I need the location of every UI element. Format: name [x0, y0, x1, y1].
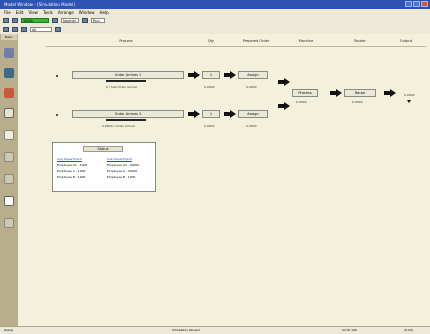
header-qty: Qty — [207, 39, 215, 43]
process-module-icon[interactable] — [4, 68, 14, 78]
assign-module-icon[interactable] — [4, 130, 14, 140]
main-toolbar: 100% Normal Run — [0, 16, 430, 25]
open-icon[interactable] — [12, 18, 18, 23]
create-module-icon[interactable] — [4, 48, 14, 58]
header-router: Router — [354, 39, 366, 43]
arrow-icon — [330, 89, 342, 97]
menu-edit[interactable]: Edit — [16, 9, 24, 16]
route-value: 0.0000 — [352, 100, 363, 104]
row1-sub3: 0.0000 — [246, 85, 257, 89]
header-output: Output — [399, 39, 413, 43]
pointer-icon[interactable] — [3, 26, 9, 32]
entity-module-icon[interactable] — [4, 196, 14, 206]
row2-bullet — [56, 114, 58, 116]
header-divider — [46, 46, 426, 47]
arrow-icon — [278, 102, 290, 110]
zoom-field[interactable]: 100% — [21, 18, 49, 23]
mode-select[interactable]: Normal — [61, 18, 79, 23]
decide-module-icon[interactable] — [4, 88, 14, 98]
row1-progress — [106, 80, 146, 82]
row1-sub1: 0 / Sub Order Arrival — [106, 85, 137, 89]
grid-icon[interactable] — [55, 26, 61, 32]
row1-sub2: 0.0000 — [204, 85, 215, 89]
menu-help[interactable]: Help — [100, 9, 109, 16]
row1-bullet — [56, 75, 58, 77]
menu-arrange[interactable]: Arrange — [58, 9, 74, 16]
status-mid: Simulation Paused — [172, 328, 200, 332]
menu-window[interactable]: Window — [79, 9, 95, 16]
status-left: Ready — [4, 328, 14, 332]
run-select[interactable]: Run — [91, 18, 105, 23]
count-module-2[interactable]: 1 — [202, 110, 220, 118]
window-title: Model Window - [Simulation Model] — [4, 2, 75, 7]
arrow-icon — [224, 71, 236, 79]
process-value: 0.0000 — [296, 100, 307, 104]
arrow-icon — [278, 78, 290, 86]
status-panel-title: Status — [83, 146, 123, 152]
connect-icon[interactable] — [12, 26, 18, 32]
status-bar: Ready Simulation Paused Scroll 100 (0.00… — [0, 326, 430, 334]
status-right-item: Employee B : 1000 — [107, 175, 136, 179]
dispose-arrow-icon — [407, 100, 411, 103]
filter-select[interactable]: All — [30, 26, 52, 32]
row2-sub2: 0.0000 — [204, 124, 215, 128]
model-canvas[interactable]: Process Qty Prepared Order Machine Route… — [18, 34, 430, 326]
header-prepared-order: Prepared Order — [242, 39, 270, 43]
play-icon[interactable] — [52, 18, 58, 23]
dispose-label: 0.0000 — [404, 93, 415, 97]
create-module-2[interactable]: Order Arrives 2 — [72, 110, 184, 118]
menu-tools[interactable]: Tools — [43, 9, 53, 16]
queue-module-icon[interactable] — [4, 218, 14, 228]
secondary-toolbar: All — [0, 25, 430, 33]
header-machine: Machine — [298, 39, 314, 43]
row2-sub3: 0.0000 — [246, 124, 257, 128]
process-module[interactable]: Process — [292, 89, 318, 97]
new-icon[interactable] — [3, 18, 9, 23]
column-headers: Process Qty Prepared Order Machine Route… — [18, 39, 430, 46]
panel-tab[interactable]: Basic — [1, 34, 17, 40]
assign-module-1[interactable]: Assign — [238, 71, 268, 79]
row2-sub1: 0.0000 / Order Arrival — [102, 124, 135, 128]
status-end: (0.00) — [404, 328, 414, 332]
count-module-1[interactable]: 1 — [202, 71, 220, 79]
arrow-icon — [188, 71, 200, 79]
menu-bar: File Edit View Tools Arrange Window Help — [0, 9, 430, 16]
step-icon[interactable] — [82, 18, 88, 23]
batch-module-icon[interactable] — [4, 108, 14, 118]
arrow-icon — [224, 110, 236, 118]
record-module-icon[interactable] — [4, 152, 14, 162]
project-bar: Basic — [0, 34, 18, 326]
header-process: Process — [119, 39, 133, 43]
window-controls — [405, 1, 428, 7]
row2-progress — [106, 119, 146, 121]
arrow-icon — [384, 89, 396, 97]
minimize-icon[interactable] — [405, 1, 412, 7]
status-column-left: Sub Department Employee A1 : 1000 Employ… — [57, 156, 87, 180]
text-icon[interactable] — [21, 26, 27, 32]
status-panel: Status Sub Department Employee A1 : 1000… — [52, 142, 156, 192]
close-icon[interactable] — [421, 1, 428, 7]
status-column-right: Sub Department Employee A3 : 30000 Emplo… — [107, 156, 139, 180]
status-right: Scroll 100 — [342, 328, 357, 332]
maximize-icon[interactable] — [413, 1, 420, 7]
arrow-icon — [188, 110, 200, 118]
create-module-1[interactable]: Order Arrives 1 — [72, 71, 184, 79]
app-window: Model Window - [Simulation Model] File E… — [0, 0, 430, 334]
title-bar: Model Window - [Simulation Model] — [0, 0, 430, 9]
assign-module-2[interactable]: Assign — [238, 110, 268, 118]
dispose-module-icon[interactable] — [4, 174, 14, 184]
menu-view[interactable]: View — [28, 9, 38, 16]
menu-file[interactable]: File — [4, 9, 11, 16]
status-left-item: Employee B : 1000 — [57, 175, 86, 179]
route-module[interactable]: Route — [344, 89, 376, 97]
